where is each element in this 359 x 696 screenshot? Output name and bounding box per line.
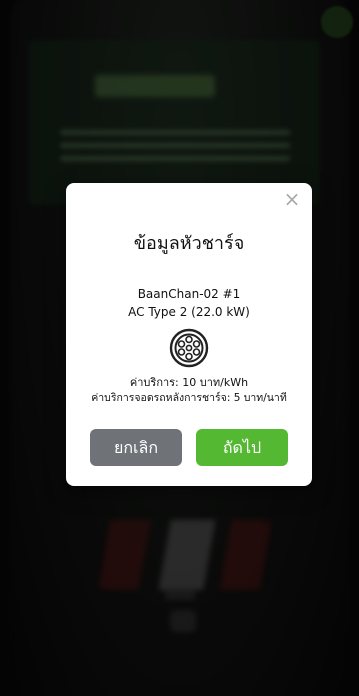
parking-fee: ค่าบริการจอดรถหลังการชาร์จ: 5 บาท/นาที xyxy=(91,392,287,404)
charger-info-modal: × ข้อมูลหัวชาร์จ BaanChan-02 #1 AC Type … xyxy=(66,183,312,486)
plug-type: AC Type 2 (22.0 kW) xyxy=(128,305,250,319)
type2-connector-icon xyxy=(169,328,209,368)
cancel-button[interactable]: ยกเลิก xyxy=(90,429,182,466)
modal-title: ข้อมูลหัวชาร์จ xyxy=(133,233,245,254)
close-icon[interactable]: × xyxy=(282,189,302,209)
station-name: BaanChan-02 #1 xyxy=(137,287,241,301)
next-button[interactable]: ถัดไป xyxy=(196,429,288,466)
